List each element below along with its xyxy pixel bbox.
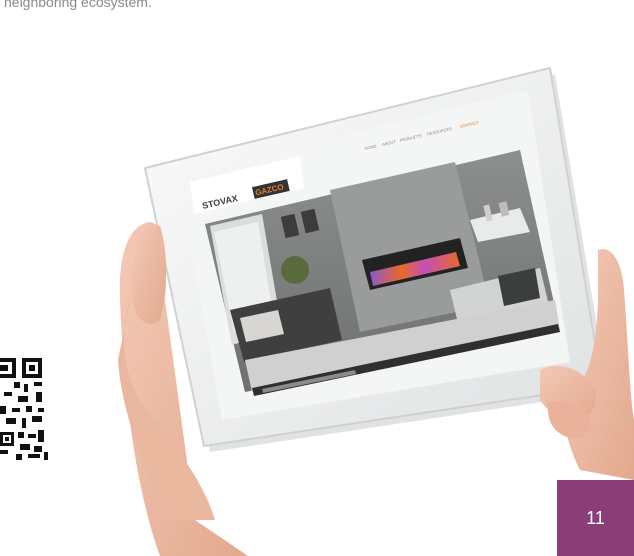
tablet-photo: STOVAX GAZCO HOME ABOUT PRODUCTS RESOURC… [118,66,634,556]
page-number-badge: 11 [557,480,634,556]
